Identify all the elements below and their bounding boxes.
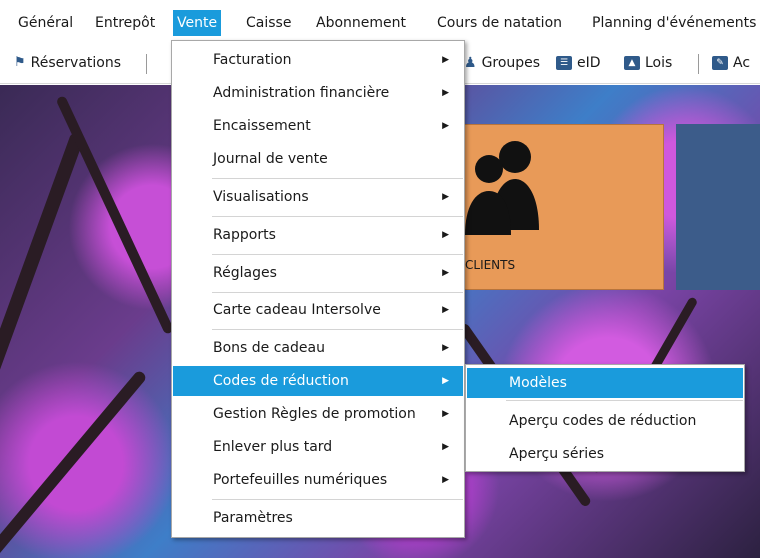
menu-general[interactable]: Général: [14, 10, 77, 36]
menu-item-label: Codes de réduction: [213, 373, 349, 389]
menu-item-rapports[interactable]: Rapports ▶: [173, 220, 463, 250]
submenu-item-label: Modèles: [509, 375, 567, 391]
chevron-right-icon: ▶: [442, 55, 449, 65]
chevron-right-icon: ▶: [442, 268, 449, 278]
ac-button[interactable]: ✎ Ac: [712, 50, 750, 76]
chevron-right-icon: ▶: [442, 121, 449, 131]
menu-divider: [212, 292, 463, 293]
eid-button[interactable]: ☰ eID: [556, 50, 601, 76]
toolbar-separator: [146, 54, 147, 74]
menu-divider: [212, 499, 463, 500]
lois-label: Lois: [645, 55, 673, 71]
menu-divider: [506, 400, 743, 401]
submenu-item-label: Aperçu séries: [509, 446, 605, 462]
chevron-right-icon: ▶: [442, 230, 449, 240]
reservations-icon: ⚑: [14, 55, 26, 70]
eid-label: eID: [577, 55, 601, 71]
chevron-right-icon: ▶: [442, 305, 449, 315]
menu-item-label: Administration financière: [213, 85, 390, 101]
menu-item-encaissement[interactable]: Encaissement ▶: [173, 111, 463, 141]
chevron-right-icon: ▶: [442, 442, 449, 452]
blue-tile[interactable]: [676, 124, 760, 290]
menu-planning-evenements[interactable]: Planning d'événements: [588, 10, 760, 36]
menu-item-label: Bons de cadeau: [213, 340, 325, 356]
menu-item-parametres[interactable]: Paramètres: [173, 503, 463, 533]
lois-button[interactable]: ▲ Lois: [624, 50, 672, 76]
menu-item-reglages[interactable]: Réglages ▶: [173, 258, 463, 288]
menu-divider: [212, 254, 463, 255]
menu-item-visualisations[interactable]: Visualisations ▶: [173, 182, 463, 212]
menu-item-codes-de-reduction[interactable]: Codes de réduction ▶: [173, 366, 463, 396]
menu-divider: [212, 178, 463, 179]
tree-branch: [0, 369, 148, 558]
menu-abonnement[interactable]: Abonnement: [312, 10, 410, 36]
clients-tile-label: CLIENTS: [465, 258, 516, 272]
menu-vente[interactable]: Vente: [173, 10, 222, 36]
menu-item-label: Gestion Règles de promotion: [213, 406, 416, 422]
chevron-right-icon: ▶: [442, 88, 449, 98]
tree-branch: [55, 95, 175, 335]
menu-item-label: Encaissement: [213, 118, 311, 134]
menu-item-label: Réglages: [213, 265, 277, 281]
reservations-label: Réservations: [30, 55, 122, 71]
menu-entrepot[interactable]: Entrepôt: [91, 10, 159, 36]
menu-item-carte-cadeau-intersolve[interactable]: Carte cadeau Intersolve ▶: [173, 295, 463, 325]
submenu-item-label: Aperçu codes de réduction: [509, 413, 697, 429]
submenu-item-modeles[interactable]: Modèles: [467, 368, 743, 398]
ac-label: Ac: [733, 55, 751, 71]
groupes-button[interactable]: ♟ Groupes: [464, 50, 540, 76]
chevron-right-icon: ▶: [442, 376, 449, 386]
menu-divider: [212, 216, 463, 217]
menu-item-bons-de-cadeau[interactable]: Bons de cadeau ▶: [173, 333, 463, 363]
menu-item-administration-financiere[interactable]: Administration financière ▶: [173, 78, 463, 108]
menu-cours-de-natation[interactable]: Cours de natation: [433, 10, 566, 36]
clients-tile[interactable]: CLIENTS: [462, 124, 664, 290]
codes-de-reduction-submenu: Modèles Aperçu codes de réduction Aperçu…: [465, 364, 745, 472]
reservations-button[interactable]: ⚑ Réservations: [14, 50, 121, 76]
menu-item-label: Paramètres: [213, 510, 293, 526]
ac-document-icon: ✎: [712, 56, 728, 70]
toolbar-separator: [698, 54, 699, 74]
lois-image-icon: ▲: [624, 56, 640, 70]
menu-caisse[interactable]: Caisse: [242, 10, 295, 36]
chevron-right-icon: ▶: [442, 192, 449, 202]
menu-item-label: Enlever plus tard: [213, 439, 333, 455]
menu-item-label: Carte cadeau Intersolve: [213, 302, 381, 318]
chevron-right-icon: ▶: [442, 343, 449, 353]
groupes-label: Groupes: [481, 55, 541, 71]
vente-dropdown-menu: Facturation ▶ Administration financière ▶ …: [171, 40, 465, 538]
menu-item-label: Rapports: [213, 227, 276, 243]
menu-bar: Général Entrepôt Vente Caisse Abonnement…: [0, 0, 760, 42]
menu-item-journal-de-vente[interactable]: Journal de vente: [173, 144, 463, 174]
tree-branch: [0, 131, 85, 419]
chevron-right-icon: ▶: [442, 475, 449, 485]
menu-item-portefeuilles-numeriques[interactable]: Portefeuilles numériques ▶: [173, 465, 463, 495]
menu-item-facturation[interactable]: Facturation ▶: [173, 45, 463, 75]
chevron-right-icon: ▶: [442, 409, 449, 419]
menu-item-enlever-plus-tard[interactable]: Enlever plus tard ▶: [173, 432, 463, 462]
submenu-item-apercu-codes-de-reduction[interactable]: Aperçu codes de réduction: [467, 406, 743, 436]
menu-item-label: Portefeuilles numériques: [213, 472, 388, 488]
menu-divider: [212, 329, 463, 330]
menu-item-label: Journal de vente: [213, 151, 328, 167]
menu-item-gestion-regles-promotion[interactable]: Gestion Règles de promotion ▶: [173, 399, 463, 429]
groupes-icon: ♟: [464, 55, 477, 71]
submenu-item-apercu-series[interactable]: Aperçu séries: [467, 439, 743, 469]
menu-item-label: Visualisations: [213, 189, 309, 205]
users-icon: [465, 141, 539, 235]
menu-item-label: Facturation: [213, 52, 292, 68]
eid-card-icon: ☰: [556, 56, 572, 70]
